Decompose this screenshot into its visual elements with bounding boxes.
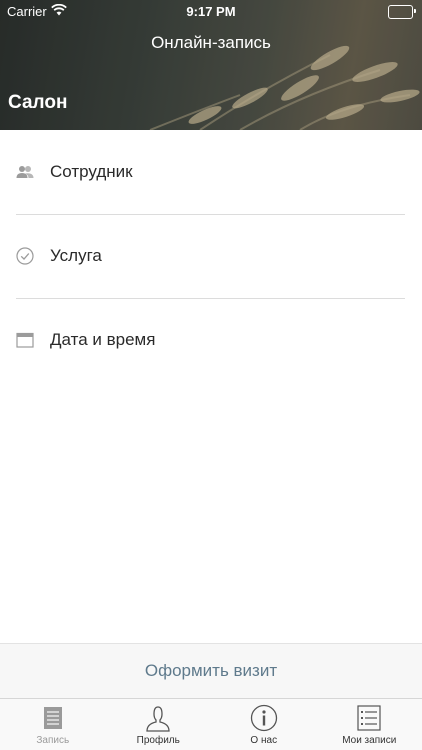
nav-title: Онлайн-запись bbox=[151, 33, 271, 52]
menu-item-label: Сотрудник bbox=[50, 162, 133, 181]
salon-title: Салон bbox=[8, 92, 68, 113]
menu-item-employee[interactable]: Сотрудник bbox=[0, 130, 422, 214]
info-icon bbox=[249, 703, 279, 733]
people-icon bbox=[16, 163, 34, 181]
status-bar: Carrier 9:17 PM bbox=[0, 0, 422, 22]
person-icon bbox=[143, 703, 173, 733]
visit-bar: Оформить визит bbox=[0, 643, 422, 698]
menu-item-service[interactable]: Услуга bbox=[0, 214, 422, 298]
calendar-icon bbox=[16, 331, 34, 349]
tab-label: Профиль bbox=[136, 735, 180, 746]
tab-label: Запись bbox=[36, 735, 70, 746]
make-visit-button[interactable]: Оформить визит bbox=[145, 661, 277, 681]
tab-label: Мои записи bbox=[342, 735, 397, 746]
tab-my-bookings[interactable]: Мои записи bbox=[317, 699, 422, 750]
list-icon bbox=[354, 703, 384, 733]
header-banner: Carrier 9:17 PM Онлайн-запись Салон bbox=[0, 0, 422, 130]
menu-item-datetime[interactable]: Дата и время bbox=[0, 298, 422, 382]
tab-bar: Запись Профиль О нас Мои записи bbox=[0, 698, 422, 750]
battery-icon bbox=[388, 5, 416, 19]
document-icon bbox=[38, 703, 68, 733]
tab-profile[interactable]: Профиль bbox=[106, 699, 212, 750]
booking-menu: Сотрудник Услуга Дата и время bbox=[0, 130, 422, 382]
menu-item-label: Услуга bbox=[50, 246, 102, 265]
status-time: 9:17 PM bbox=[186, 4, 236, 19]
tab-booking[interactable]: Запись bbox=[0, 699, 106, 750]
check-circle-icon bbox=[16, 247, 34, 265]
menu-item-label: Дата и время bbox=[50, 330, 156, 349]
tab-about[interactable]: О нас bbox=[211, 699, 317, 750]
tab-label: О нас bbox=[250, 735, 278, 746]
